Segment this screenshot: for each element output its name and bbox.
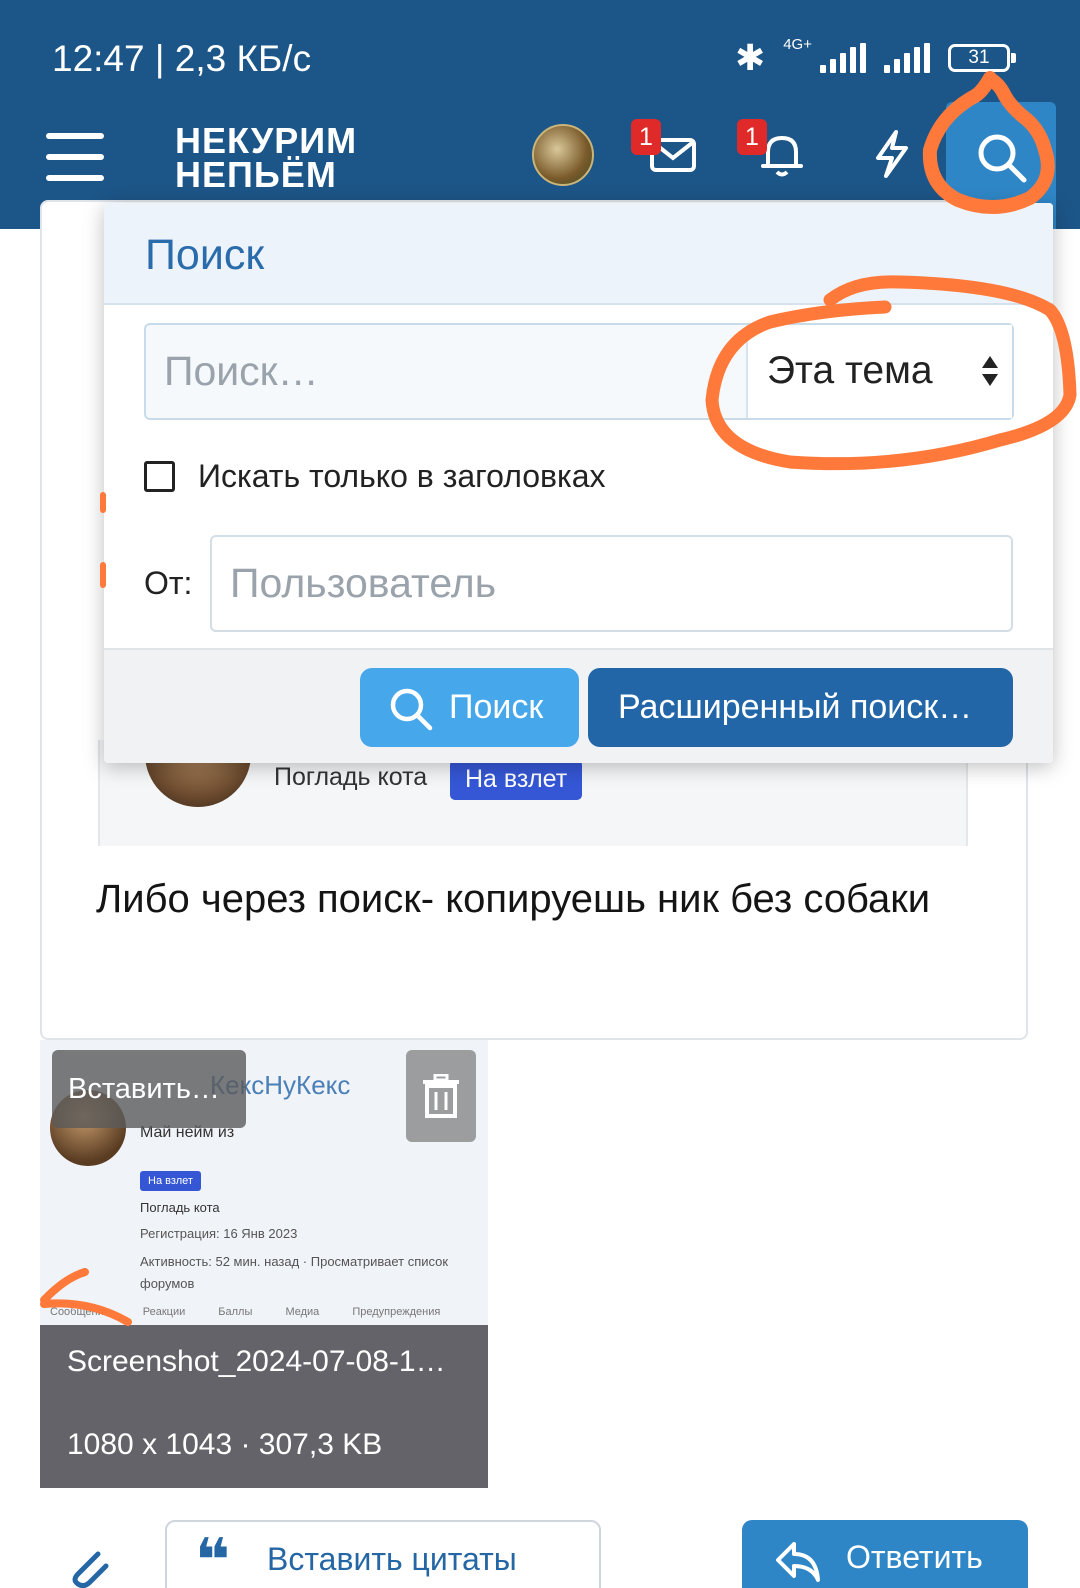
alerts-badge: 1 [737,119,767,155]
messages-badge: 1 [631,119,661,155]
insert-quotes-button[interactable]: ❝ Вставить цитаты [165,1520,601,1588]
lightning-icon[interactable] [866,128,918,180]
preview-line3: Регистрация: 16 Янв 2023 [140,1226,298,1241]
from-label: От: [144,565,193,601]
reply-button[interactable]: Ответить [742,1520,1028,1588]
select-arrows-icon [982,356,998,386]
status-time: 12:47 | 2,3 КБ/с [52,38,312,79]
titles-only-label[interactable]: Искать только в заголовках [198,458,606,495]
search-input[interactable] [146,325,746,418]
search-scope-select[interactable]: Эта тема [746,325,1012,418]
advanced-search-button[interactable]: Расширенный поиск… [588,668,1013,747]
battery-icon: 31 [948,44,1016,72]
reply-icon [776,1542,820,1582]
status-icons: ✱ 4G+ 31 [735,35,1016,78]
user-field[interactable] [210,535,1013,632]
quote-badge: На взлет [450,760,583,800]
network-type: 4G+ [783,35,812,53]
preview-tabs: Сообщения Реакции Баллы Медиа Предупрежд… [50,1306,441,1318]
search-row: Эта тема [144,323,1014,420]
bluetooth-icon: ✱ [735,37,766,78]
paperclip-icon[interactable] [62,1540,110,1588]
status-bar: 12:47 | 2,3 КБ/с ✱ 4G+ 31 [0,0,1080,110]
quote-user-title: Погладь кота [274,763,428,791]
search-panel-header: Поиск [104,203,1053,305]
search-button-icon [390,688,433,731]
titles-only-checkbox[interactable] [144,461,175,492]
reply-label: Ответить [846,1539,983,1575]
trash-icon [423,1074,459,1118]
logo-line-2: НЕПЬЁМ [175,154,337,195]
signal-icon-2 [884,43,930,73]
attachment-info: Screenshot_2024-07-08-1… 1080 x 1043 · 3… [40,1325,488,1488]
search-panel: Поиск Эта тема Искать только в заголовка… [104,203,1053,763]
preview-line2: Погладь кота [140,1200,220,1215]
preview-badge: На взлет [140,1171,201,1191]
search-panel-footer: Поиск Расширенный поиск… [104,648,1053,763]
insert-attachment-button[interactable]: Вставить… [52,1050,246,1128]
search-icon [978,134,1027,183]
search-button-label: Поиск [449,688,544,726]
quote-icon: ❝ [195,1527,231,1588]
user-avatar[interactable] [532,124,594,186]
search-button[interactable]: Поиск [360,668,579,747]
app-header: 12:47 | 2,3 КБ/с ✱ 4G+ 31 НЕКУРИМ НЕПЬЁМ… [0,0,1080,229]
post-text: Либо через поиск- копируешь ник без соба… [96,877,931,921]
menu-icon[interactable] [46,133,104,181]
advanced-search-label: Расширенный поиск… [618,688,973,726]
attachment-meta: 1080 x 1043 · 307,3 KB [67,1428,383,1461]
preview-line4: Активность: 52 мин. назад · Просматривае… [140,1254,449,1291]
site-logo[interactable]: НЕКУРИМ НЕПЬЁМ [175,120,358,195]
attachment-file-name: Screenshot_2024-07-08-1… [67,1345,446,1378]
delete-attachment-button[interactable] [406,1050,476,1142]
search-panel-title: Поиск [145,231,265,279]
signal-icon [820,43,866,73]
logo-line-1: НЕКУРИМ [175,120,358,161]
insert-quotes-label: Вставить цитаты [267,1541,517,1577]
search-scope-value: Эта тема [767,349,933,392]
